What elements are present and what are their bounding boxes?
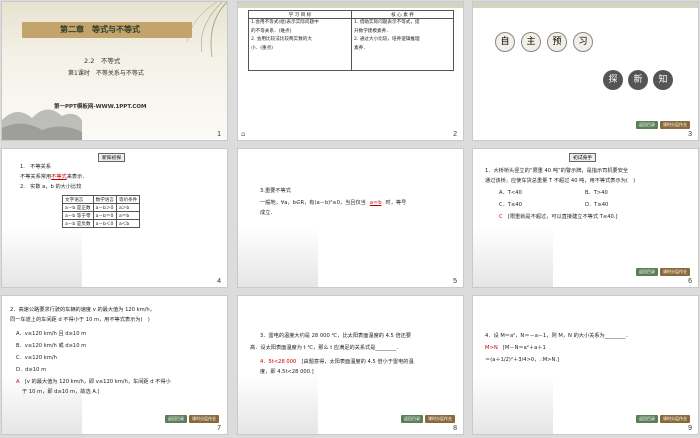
chapter-title: 第二章 等式与不等式 [60, 25, 140, 34]
lesson-title: 第1课时 不等关系与不等式 [68, 70, 144, 77]
slide-4[interactable]: 新知初探 1. 不等关系 不等关系常用不等式来表示． 2. 实数 a，b 的大小… [1, 148, 228, 288]
answer-line: M>N [M－N＝a²＋a＋1 [485, 345, 546, 351]
first-try-badge: 初试身手 [569, 153, 597, 162]
question-line: 同一车道上的车间距 d 不得小于 10 m，用不等式表示为( ) [10, 317, 150, 323]
answer-line: ＝(a＋1/2)²＋3/4>0，∴M>N.] [485, 357, 560, 363]
objectives-table: 学 习 目 标核 心 素 养 1.会用不等式(组)表示实际问题中 的不等关系．(难… [248, 10, 454, 71]
option-b[interactable]: B．T>40 [585, 189, 608, 197]
back-button[interactable]: 返回目录 [636, 121, 658, 129]
title-char: 自 [495, 32, 515, 52]
question-line: 4．设 M＝a²，N＝－a－1，则 M，N 的大小关系为________． [485, 333, 631, 339]
option-d[interactable]: D．d≥10 m [16, 366, 46, 374]
title-char: 预 [547, 32, 567, 52]
answer-line: A [v 的最大值为 120 km/h，即 v≤120 km/h，车间距 d 不… [16, 379, 171, 385]
slide-number: 4 [217, 278, 221, 285]
line-2: 不等关系常用不等式来表示． [20, 174, 88, 180]
answer-line: 4．5t<28 000 [由题意得，太阳表面温度的 4.5 倍小于雷电的温 [260, 359, 414, 365]
line-1: 3.重要不等式 [260, 188, 291, 194]
question-line: 高．设太阳表面温度为 t ℃，那么 t 应满足的关系式是________． [250, 345, 402, 351]
table-header: 核 心 素 养 [351, 10, 454, 19]
comparison-table: 文字语言 数学语言 等价条件 a－b 是正数 a－b＞0 a＞b a－b 等于零 a－b＝… [62, 195, 141, 228]
explore-title: 探 新 知 [603, 70, 673, 90]
slide-6[interactable]: 初试身手 1．大桥桥头竖立的“限重 40 吨”的警示牌，是指示司机要安全 通过该… [472, 148, 699, 288]
slide-number: 9 [688, 425, 692, 432]
table-header: 学 习 目 标 [248, 10, 352, 19]
option-b[interactable]: B．v≤120 km/h 或 d≥10 m [16, 342, 86, 350]
slide-number: 8 [453, 425, 457, 432]
question-line: 通过该桥，应使车货总重量 T 不超过 40 吨，用不等式表示为( ) [485, 178, 636, 184]
back-button[interactable]: 返回目录 [401, 415, 423, 423]
line-2: 一般地，∀a，b∈R，有(a－b)²≥0，当且仅当 a＝b 时，等号 [260, 200, 407, 206]
line-1: 1. 不等关系 [20, 164, 51, 170]
title-char: 习 [573, 32, 593, 52]
homework-button[interactable]: 课时分层作业 [660, 415, 690, 423]
nav-buttons: 返回目录 课时分层作业 [165, 415, 219, 423]
slide-9[interactable]: 4．设 M＝a²，N＝－a－1，则 M，N 的大小关系为________． M>… [472, 295, 699, 435]
line-3: 成立． [260, 210, 276, 216]
homework-button[interactable]: 课时分层作业 [660, 121, 690, 129]
slide-number: 7 [217, 425, 221, 432]
self-study-title: 自 主 预 习 [495, 32, 593, 52]
option-a[interactable]: A．T<40 [499, 189, 522, 197]
slide-8[interactable]: 3．雷电的温度大约是 28 000 ℃，比太阳表面温度的 4.5 倍还要 高．设… [237, 295, 464, 435]
option-c[interactable]: C．T≤40 [499, 201, 522, 209]
slide-number: 3 [688, 131, 692, 138]
nav-buttons: 返回目录 课时分层作业 [401, 415, 455, 423]
slide-1[interactable]: 第二章 等式与不等式 2.2 不等式 第1课时 不等关系与不等式 第一PPT模板… [1, 1, 228, 141]
homework-button[interactable]: 课时分层作业 [189, 415, 219, 423]
back-button[interactable]: 返回目录 [636, 268, 658, 276]
nav-buttons: 返回目录 课时分层作业 [636, 268, 690, 276]
corner-icon: ⌂ [241, 130, 246, 138]
new-knowledge-badge: 新知初探 [98, 153, 126, 162]
slide-7[interactable]: 2．高速公路要求行驶的车辆的速度 v 的最大值为 120 km/h， 同一车道上… [1, 295, 228, 435]
nav-buttons: 返回目录 课时分层作业 [636, 415, 690, 423]
answer-line: C [限重就是不超过，可以直接建立不等式 T≤40.] [499, 214, 618, 220]
option-a[interactable]: A．v≤120 km/h 且 d≥10 m [16, 330, 86, 338]
watermark-text: 第一PPT模板网-WWW.1PPT.COM [54, 104, 147, 110]
slide-number: 2 [453, 131, 457, 138]
back-button[interactable]: 返回目录 [636, 415, 658, 423]
slide-2[interactable]: 学 习 目 标核 心 素 养 1.会用不等式(组)表示实际问题中 的不等关系．(难… [237, 1, 464, 141]
goal-cell: 1.会用不等式(组)表示实际问题中 的不等关系．(难点) 2. 会用比较法比较两实数… [248, 18, 352, 71]
back-button[interactable]: 返回目录 [165, 415, 187, 423]
homework-button[interactable]: 课时分层作业 [425, 415, 455, 423]
question-line: 2．高速公路要求行驶的车辆的速度 v 的最大值为 120 km/h， [10, 307, 155, 313]
answer-line: 度，即 4.5t<28 000.] [260, 369, 314, 375]
nav-buttons: 返回目录 课时分层作业 [636, 121, 690, 129]
homework-button[interactable]: 课时分层作业 [660, 268, 690, 276]
line-3: 2. 实数 a，b 的大小比较 [20, 184, 82, 190]
question-line: 1．大桥桥头竖立的“限重 40 吨”的警示牌，是指示司机要安全 [485, 168, 629, 174]
slide-3[interactable]: 自 主 预 习 探 新 知 返回目录 课时分层作业 3 [472, 1, 699, 141]
literacy-cell: 1. 借助实际问题表示不等式，提 升数学建模素养． 2. 通过大小比较，培养逻辑推理… [351, 18, 454, 71]
slide-number: 1 [217, 131, 221, 138]
section-title: 2.2 不等式 [84, 57, 121, 65]
answer-line: 于 10 m，即 d≥10 m，故选 A.] [22, 389, 100, 395]
slide-number: 6 [688, 278, 692, 285]
slide-number: 5 [453, 278, 457, 285]
slide-5[interactable]: 3.重要不等式 一般地，∀a，b∈R，有(a－b)²≥0，当且仅当 a＝b 时，等号… [237, 148, 464, 288]
question-line: 3．雷电的温度大约是 28 000 ℃，比太阳表面温度的 4.5 倍还要 [260, 333, 412, 339]
option-d[interactable]: D．T≥40 [585, 201, 608, 209]
title-char: 主 [521, 32, 541, 52]
option-c[interactable]: C．v≤120 km/h [16, 354, 57, 362]
